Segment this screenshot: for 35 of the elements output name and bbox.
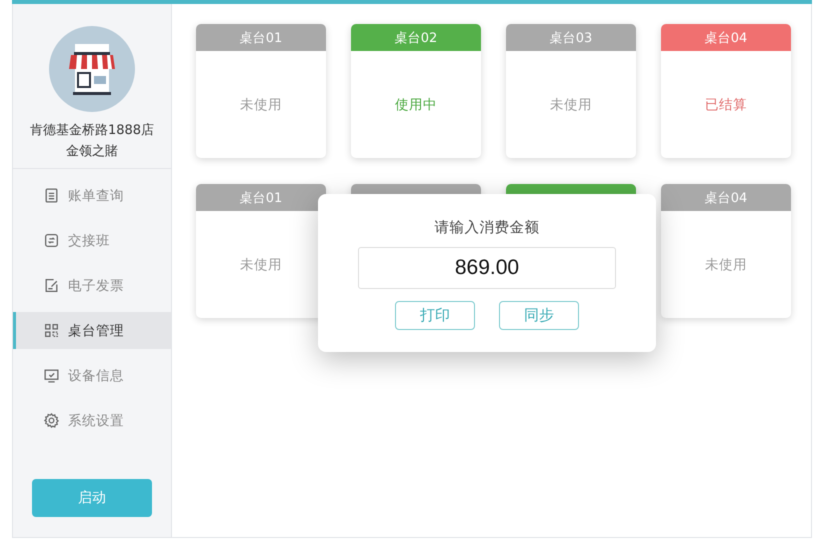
- monitor-icon: [43, 367, 60, 384]
- table-status: 未使用: [240, 256, 282, 274]
- table-name: 桌台02: [394, 30, 438, 46]
- table-name: 桌台01: [240, 190, 282, 206]
- table-name: 桌台04: [704, 30, 748, 46]
- start-button[interactable]: 启动: [32, 479, 152, 517]
- table-status: 已结算: [705, 96, 747, 114]
- table-card[interactable]: 桌台01 未使用: [196, 24, 326, 158]
- table-status: 使用中: [395, 96, 437, 114]
- sync-button[interactable]: 同步: [499, 301, 579, 330]
- sidebar-item[interactable]: 账单查询: [13, 177, 171, 214]
- grid-icon: [43, 322, 60, 339]
- table-card[interactable]: 桌台02 使用中: [351, 24, 481, 158]
- table-status: 未使用: [705, 256, 747, 274]
- table-card[interactable]: 桌台01 未使用: [196, 184, 326, 318]
- table-status: 未使用: [240, 96, 282, 114]
- sidebar-item[interactable]: 设备信息: [13, 357, 171, 394]
- table-status: 未使用: [550, 96, 592, 114]
- table-name: 桌台01: [240, 30, 282, 46]
- table-card[interactable]: 桌台04 未使用: [661, 184, 791, 318]
- table-card[interactable]: 桌台03 未使用: [506, 24, 636, 158]
- print-button[interactable]: 打印: [395, 301, 475, 330]
- store-subtitle: 金领之賭: [66, 143, 118, 161]
- dialog-title: 请输入消费金额: [434, 218, 540, 237]
- table-name: 桌台04: [704, 190, 748, 206]
- sidebar-item[interactable]: 桌台管理: [13, 312, 171, 349]
- table-name: 桌台03: [550, 30, 592, 46]
- store-name: 肯德基金桥路1888店: [30, 122, 154, 140]
- sidebar-item[interactable]: 系统设置: [13, 402, 171, 439]
- amount-field[interactable]: 869.00: [358, 247, 616, 289]
- store-avatar-icon: [49, 26, 135, 112]
- sidebar-item[interactable]: 交接班: [13, 222, 171, 259]
- sidebar-item[interactable]: 电子发票: [13, 267, 171, 304]
- settings-icon: [43, 412, 60, 429]
- table-card[interactable]: 桌台04 已结算: [661, 24, 791, 158]
